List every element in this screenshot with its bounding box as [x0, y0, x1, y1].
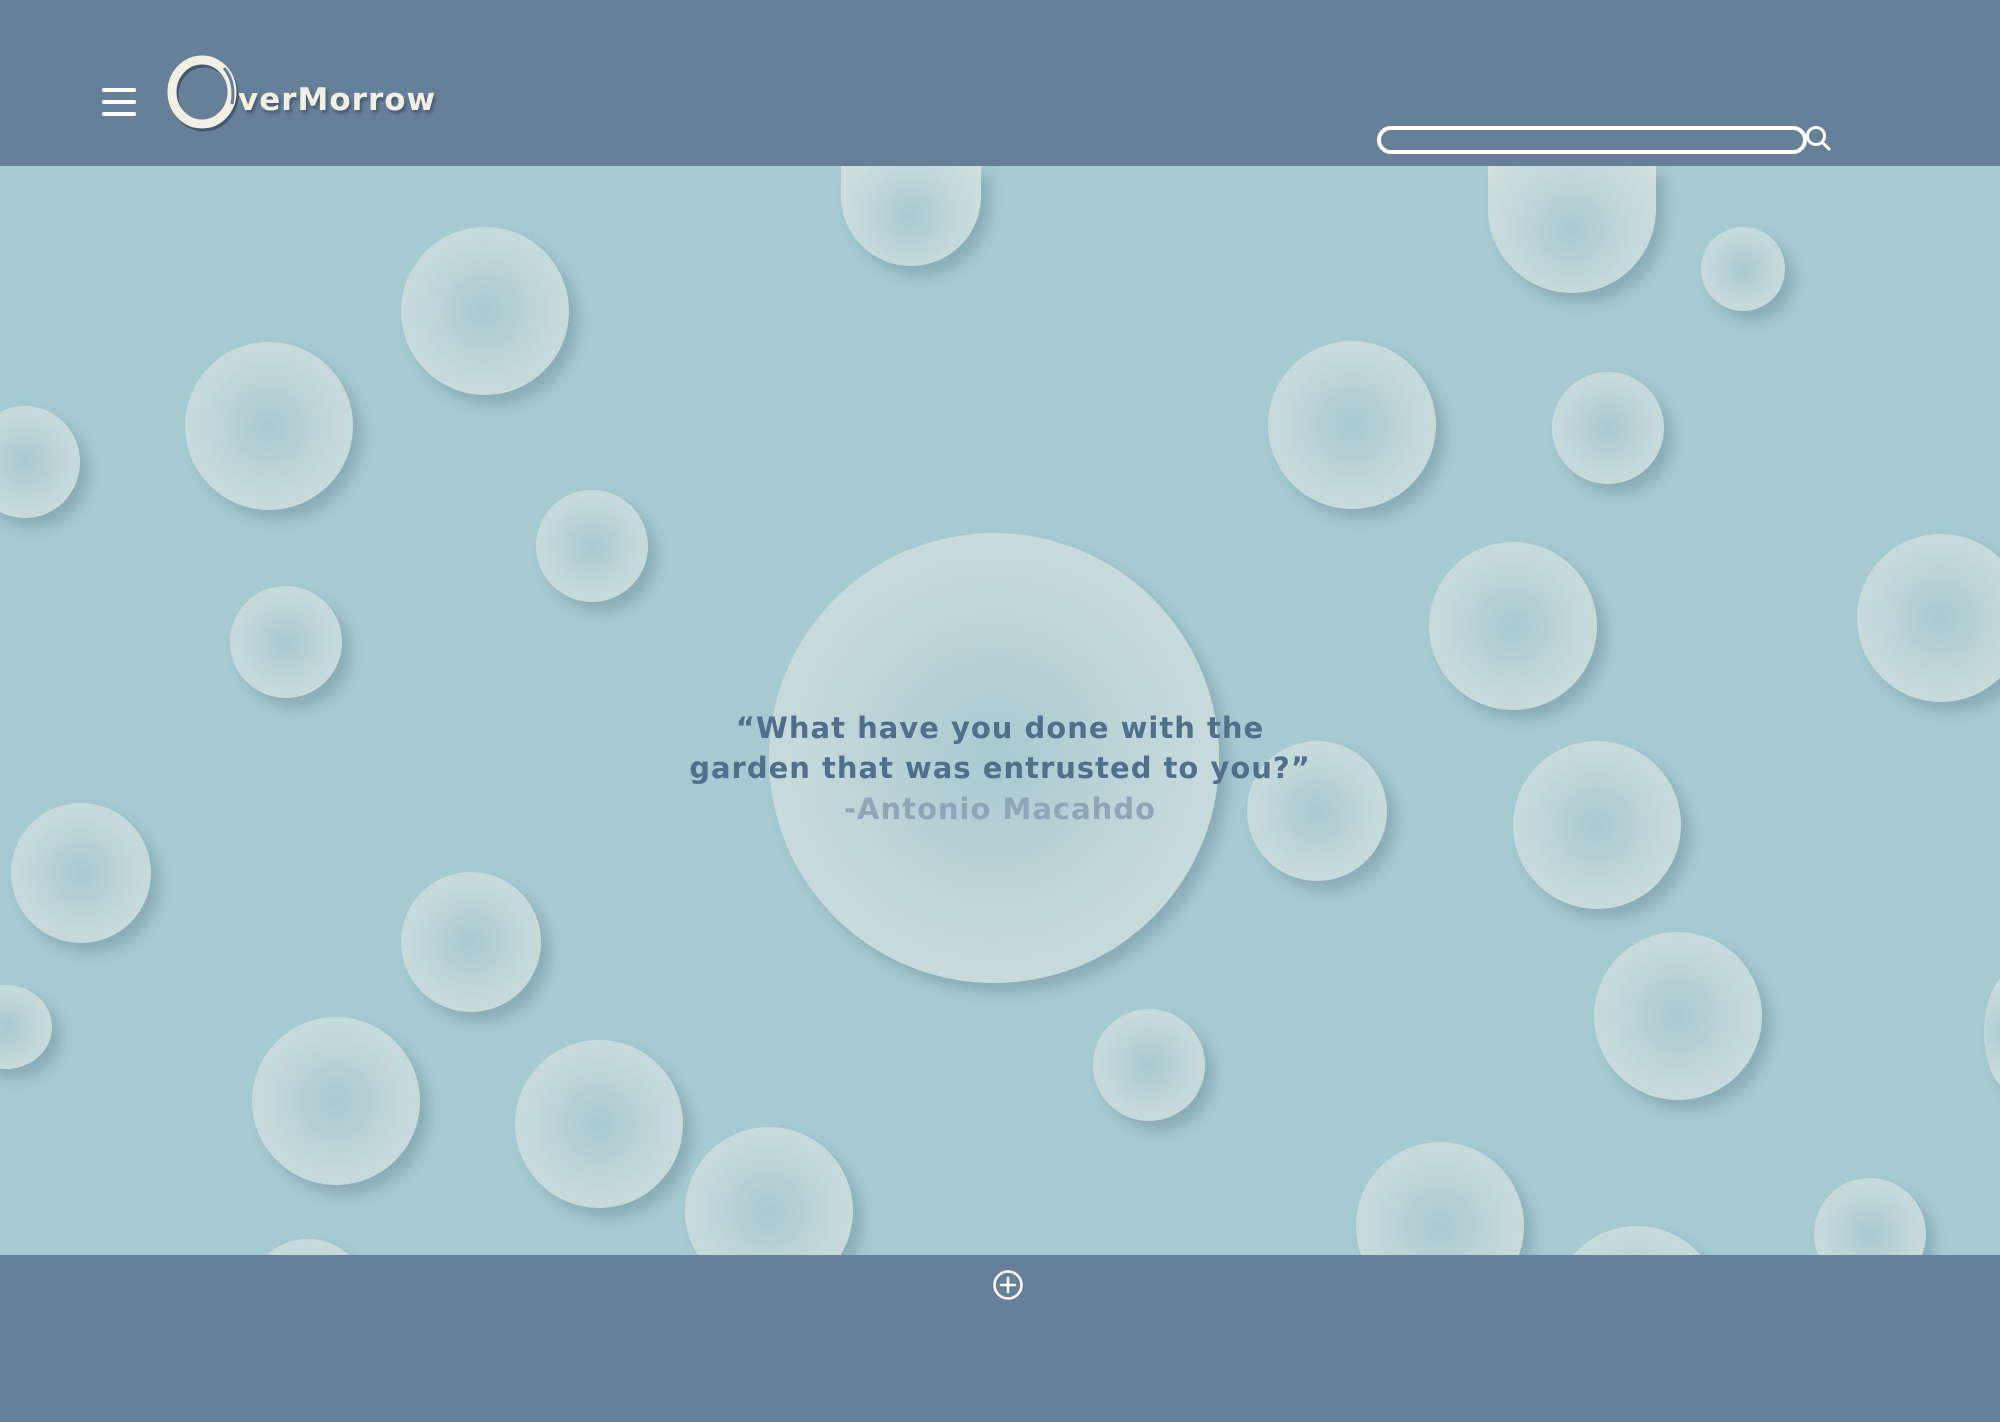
search-icon — [1806, 126, 1831, 151]
hamburger-menu-icon — [102, 112, 136, 116]
bubble — [1701, 227, 1785, 311]
bubble — [1553, 1226, 1721, 1255]
quote-author: -Antonio Macahdo — [843, 792, 1157, 826]
logo-ring-icon — [167, 55, 239, 132]
plus-circle-icon — [993, 1270, 1023, 1300]
bubble — [11, 803, 151, 943]
bubble — [685, 1127, 853, 1255]
hamburger-menu-icon — [102, 88, 136, 92]
bubble — [401, 872, 541, 1012]
bubble — [1594, 932, 1762, 1100]
hero-background: “What have you done with the garden that… — [0, 166, 2000, 1255]
bubble — [185, 342, 353, 510]
bubble — [1857, 534, 2000, 702]
search-input[interactable] — [1377, 126, 1807, 154]
bubble — [0, 406, 80, 518]
bubble — [0, 985, 52, 1069]
bubble — [1268, 341, 1436, 509]
bubble — [1814, 1178, 1926, 1255]
menu-button[interactable] — [102, 88, 136, 118]
bubble — [252, 1017, 420, 1185]
quote-line: garden that was entrusted to you?” — [689, 751, 1311, 785]
bubble — [1984, 972, 2000, 1092]
bubble — [1093, 1009, 1205, 1121]
bubble — [248, 1239, 368, 1255]
bubble — [1356, 1142, 1524, 1255]
bubble — [401, 227, 569, 395]
bubble — [515, 1040, 683, 1208]
logo[interactable]: verMorrow — [166, 52, 456, 132]
quote-line: “What have you done with the — [735, 711, 1265, 745]
app-root: verMorrow “What have you done with the g… — [0, 0, 2000, 1422]
top-bar: verMorrow — [0, 0, 2000, 166]
bottom-bar — [0, 1255, 2000, 1422]
logo-wordmark: verMorrow — [238, 82, 437, 118]
bubble — [536, 490, 648, 602]
bubble — [841, 166, 981, 266]
bubble — [230, 586, 342, 698]
bubble — [1429, 542, 1597, 710]
bubble — [1488, 166, 1656, 293]
bubble — [1552, 372, 1664, 484]
search-button[interactable] — [1804, 124, 1832, 152]
add-button[interactable] — [992, 1269, 1024, 1301]
hamburger-menu-icon — [102, 100, 136, 104]
bubble — [1513, 741, 1681, 909]
quote-block: “What have you done with the garden that… — [600, 708, 1400, 830]
